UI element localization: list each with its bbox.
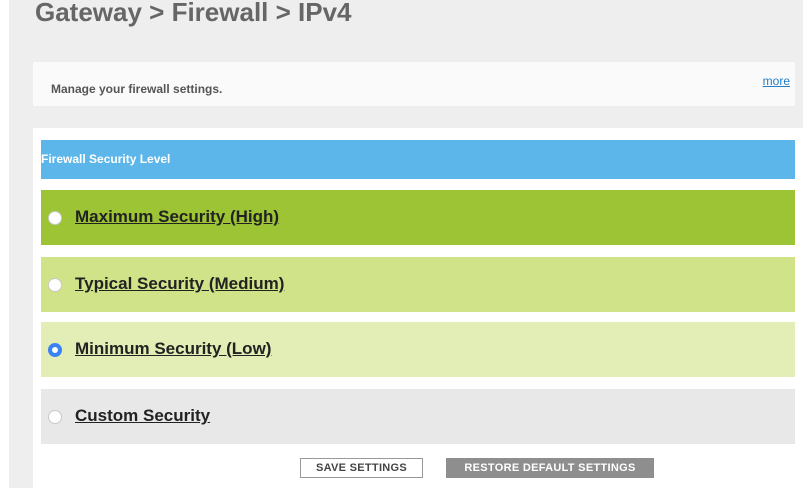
option-maximum-security[interactable]: Maximum Security (High): [41, 190, 795, 245]
save-settings-button[interactable]: SAVE SETTINGS: [300, 458, 423, 478]
page: Gateway > Firewall > IPv4 Manage your fi…: [0, 0, 803, 488]
radio-typical-security[interactable]: [48, 278, 62, 292]
panel-header-title: Firewall Security Level: [41, 152, 171, 166]
option-minimum-security[interactable]: Minimum Security (Low): [41, 322, 795, 377]
option-custom-security[interactable]: Custom Security: [41, 389, 795, 444]
radio-maximum-security[interactable]: [48, 211, 62, 225]
option-label-custom-security[interactable]: Custom Security: [75, 406, 210, 426]
intro-box: Manage your firewall settings. more: [33, 62, 795, 106]
option-label-minimum-security[interactable]: Minimum Security (Low): [75, 339, 271, 359]
more-link[interactable]: more: [763, 74, 790, 88]
firewall-security-panel: Firewall Security Level Maximum Security…: [33, 128, 803, 488]
option-label-maximum-security[interactable]: Maximum Security (High): [75, 207, 279, 227]
restore-default-settings-button[interactable]: RESTORE DEFAULT SETTINGS: [446, 458, 654, 478]
option-label-typical-security[interactable]: Typical Security (Medium): [75, 274, 284, 294]
left-margin: [0, 0, 9, 488]
page-title: Gateway > Firewall > IPv4: [35, 0, 352, 27]
panel-header: Firewall Security Level: [41, 140, 795, 179]
option-typical-security[interactable]: Typical Security (Medium): [41, 257, 795, 312]
intro-description: Manage your firewall settings.: [51, 82, 223, 96]
radio-minimum-security[interactable]: [48, 343, 62, 357]
radio-custom-security[interactable]: [48, 410, 62, 424]
